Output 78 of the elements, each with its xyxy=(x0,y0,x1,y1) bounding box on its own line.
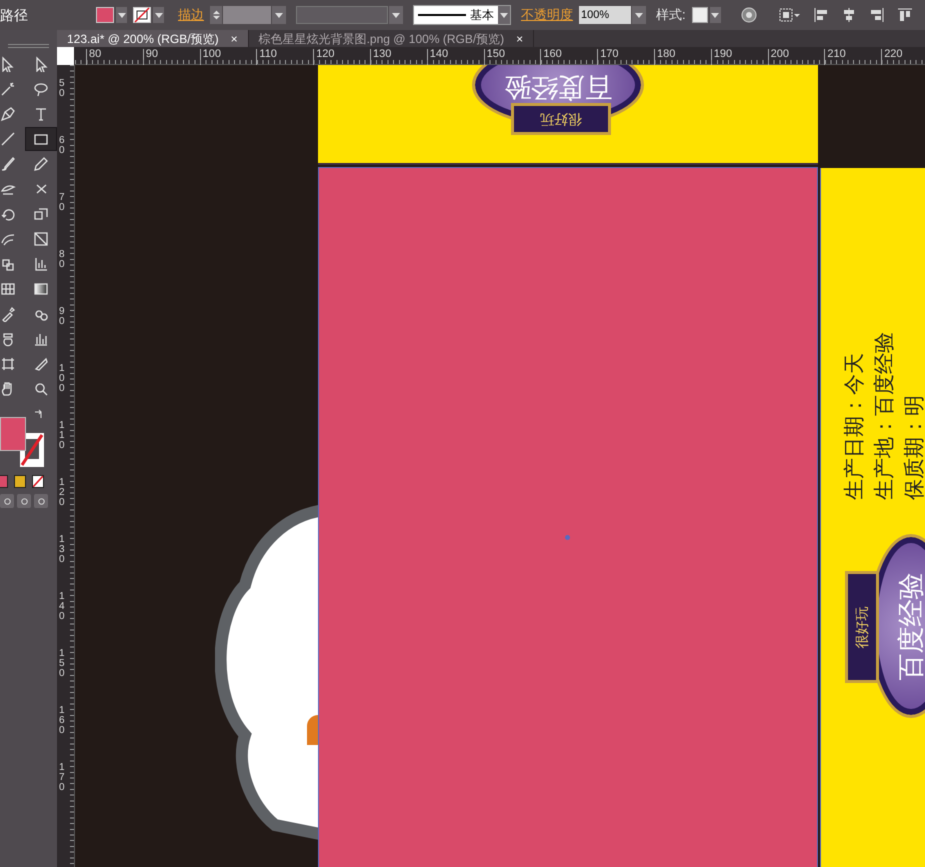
ruler-label: 110 xyxy=(59,421,66,451)
close-tab-button[interactable]: × xyxy=(516,32,524,44)
ruler-label: 80 xyxy=(59,250,66,270)
stroke-color-dropdown[interactable] xyxy=(133,5,164,25)
caret-icon xyxy=(635,12,643,18)
column-graph-icon xyxy=(32,331,48,347)
fill-color-dropdown[interactable] xyxy=(96,5,127,25)
spinner-arrows-icon xyxy=(212,10,220,20)
magic-wand-icon xyxy=(0,81,16,97)
pencil-icon xyxy=(32,156,48,172)
gradient-icon xyxy=(32,281,48,297)
document-tab[interactable]: 123.ai* @ 200% (RGB/预览) × xyxy=(57,30,249,47)
badge-title: 百度经验 xyxy=(894,572,925,680)
caret-icon xyxy=(711,12,720,18)
ruler-label: 130 xyxy=(59,535,66,565)
document-tab[interactable]: 棕色星星炫光背景图.png @ 100% (RGB/预览) × xyxy=(248,30,534,47)
free-transform-icon xyxy=(32,231,48,247)
ruler-label: 50 xyxy=(59,79,66,99)
recolor-icon[interactable] xyxy=(740,7,757,23)
close-tab-button[interactable]: × xyxy=(230,32,238,44)
mesh-icon xyxy=(0,281,16,297)
product-info-text: 生产地：百度经验 xyxy=(872,331,897,500)
ruler-label: 100 xyxy=(59,364,66,394)
badge-title: 百度经验 xyxy=(504,71,612,104)
caret-icon xyxy=(118,12,126,18)
circle-icon xyxy=(20,496,28,506)
stroke-weight-field[interactable] xyxy=(210,5,286,25)
ruler-label: 120 xyxy=(59,478,66,508)
align-grid-icon[interactable] xyxy=(778,7,801,23)
rectangle-tool[interactable] xyxy=(24,127,56,151)
draw-normal-button[interactable] xyxy=(0,494,14,508)
ruler-label: 170 xyxy=(59,763,66,793)
product-info-text: 保质期：明 xyxy=(902,394,925,500)
stroke-line-preview xyxy=(418,14,466,16)
stroke-label[interactable]: 描边 xyxy=(178,5,204,25)
opacity-label[interactable]: 不透明度 xyxy=(521,5,573,25)
line-icon xyxy=(0,131,16,147)
pen-icon xyxy=(0,106,16,122)
brush-profile-dropdown[interactable]: 基本 xyxy=(413,5,511,25)
slice-knife-icon xyxy=(32,356,48,372)
panel-grip xyxy=(8,44,49,48)
graphic-style-dropdown[interactable] xyxy=(692,5,721,25)
ruler-label: 90 xyxy=(59,307,66,327)
product-info-text: 生产日期：今天 xyxy=(842,352,867,500)
scale-icon xyxy=(32,206,48,222)
draw-inside-button[interactable] xyxy=(34,494,48,508)
caret-icon xyxy=(154,12,162,18)
select-arrow-icon xyxy=(0,56,16,72)
shape-fragment xyxy=(307,715,318,745)
lasso-icon xyxy=(32,81,48,97)
ruler-label: 140 xyxy=(59,592,66,622)
gradient-mode-button[interactable] xyxy=(14,475,26,488)
align-right-icon[interactable] xyxy=(868,7,885,23)
caret-icon xyxy=(392,12,400,18)
badge-subtitle: 很好玩 xyxy=(540,110,582,130)
ruler-label: 60 xyxy=(59,136,66,156)
style-label: 样式: xyxy=(656,6,686,24)
brush-icon xyxy=(0,156,16,172)
none-mode-button[interactable] xyxy=(32,475,44,488)
circle-icon xyxy=(2,496,12,506)
artboard-icon xyxy=(0,356,16,372)
caret-icon xyxy=(500,12,508,18)
caret-icon xyxy=(275,12,283,18)
ruler-label: 70 xyxy=(59,193,66,213)
bar-graph-icon xyxy=(32,256,48,272)
ruler-label: 160 xyxy=(59,706,66,736)
fill-swatch[interactable] xyxy=(0,417,26,451)
zoom-icon xyxy=(32,381,48,397)
circle-icon xyxy=(36,496,46,506)
align-top-icon[interactable] xyxy=(896,7,913,23)
swap-arrows-icon[interactable] xyxy=(34,409,44,419)
align-left-icon[interactable] xyxy=(812,7,829,23)
center-point xyxy=(565,535,570,540)
object-type-label: 路径 xyxy=(0,6,28,24)
ruler-label: 150 xyxy=(59,649,66,679)
draw-behind-button[interactable] xyxy=(17,494,31,508)
badge-subtitle: 很好玩 xyxy=(852,606,870,648)
eyedropper-icon xyxy=(0,306,16,322)
